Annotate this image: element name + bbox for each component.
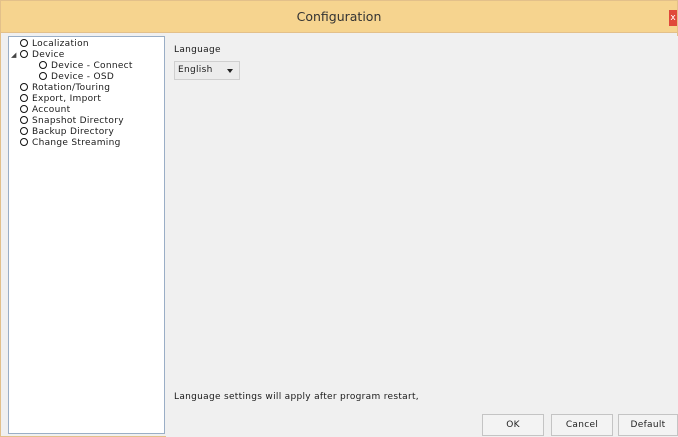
window-title: Configuration	[296, 9, 382, 24]
radio-icon	[20, 115, 28, 124]
default-button[interactable]: Default	[618, 414, 678, 436]
settings-tree: Localization ◢ Device Device - Connect D…	[8, 36, 165, 434]
restart-note: Language settings will apply after progr…	[174, 392, 419, 402]
radio-icon	[39, 71, 47, 80]
tree-item-label: Device - Connect	[51, 61, 133, 71]
tree-item-label: Backup Directory	[32, 127, 115, 137]
radio-icon	[20, 126, 28, 135]
settings-panel: Language English Language settings will …	[166, 36, 678, 437]
dropdown-arrow-icon	[227, 69, 233, 73]
radio-icon	[20, 137, 28, 146]
tree-item-label: Device - OSD	[51, 72, 115, 82]
tree-item-label: Change Streaming	[32, 138, 121, 148]
tree-item-label: Rotation/Touring	[32, 83, 111, 93]
radio-icon	[20, 93, 28, 102]
expand-arrow-icon[interactable]: ◢	[11, 49, 16, 61]
radio-icon	[20, 82, 28, 91]
tree-item-label: Device	[32, 50, 65, 60]
cancel-button[interactable]: Cancel	[551, 414, 613, 436]
language-select-value: English	[178, 65, 213, 75]
language-select[interactable]: English	[174, 61, 240, 80]
ok-button[interactable]: OK	[482, 414, 544, 436]
tree-item-label: Export, Import	[32, 94, 102, 104]
title-bar[interactable]: Configuration x	[1, 1, 677, 33]
radio-icon	[20, 104, 28, 113]
tree-item-change-streaming[interactable]: Change Streaming	[20, 137, 121, 149]
configuration-window: Configuration x Localization ◢ Device De…	[0, 0, 678, 437]
radio-icon	[39, 60, 47, 69]
tree-item-label: Localization	[32, 39, 89, 49]
tree-item-label: Snapshot Directory	[32, 116, 124, 126]
language-label: Language	[174, 45, 221, 55]
radio-icon	[20, 49, 28, 58]
close-button[interactable]: x	[669, 10, 677, 26]
radio-icon	[20, 38, 28, 47]
tree-item-label: Account	[32, 105, 71, 115]
